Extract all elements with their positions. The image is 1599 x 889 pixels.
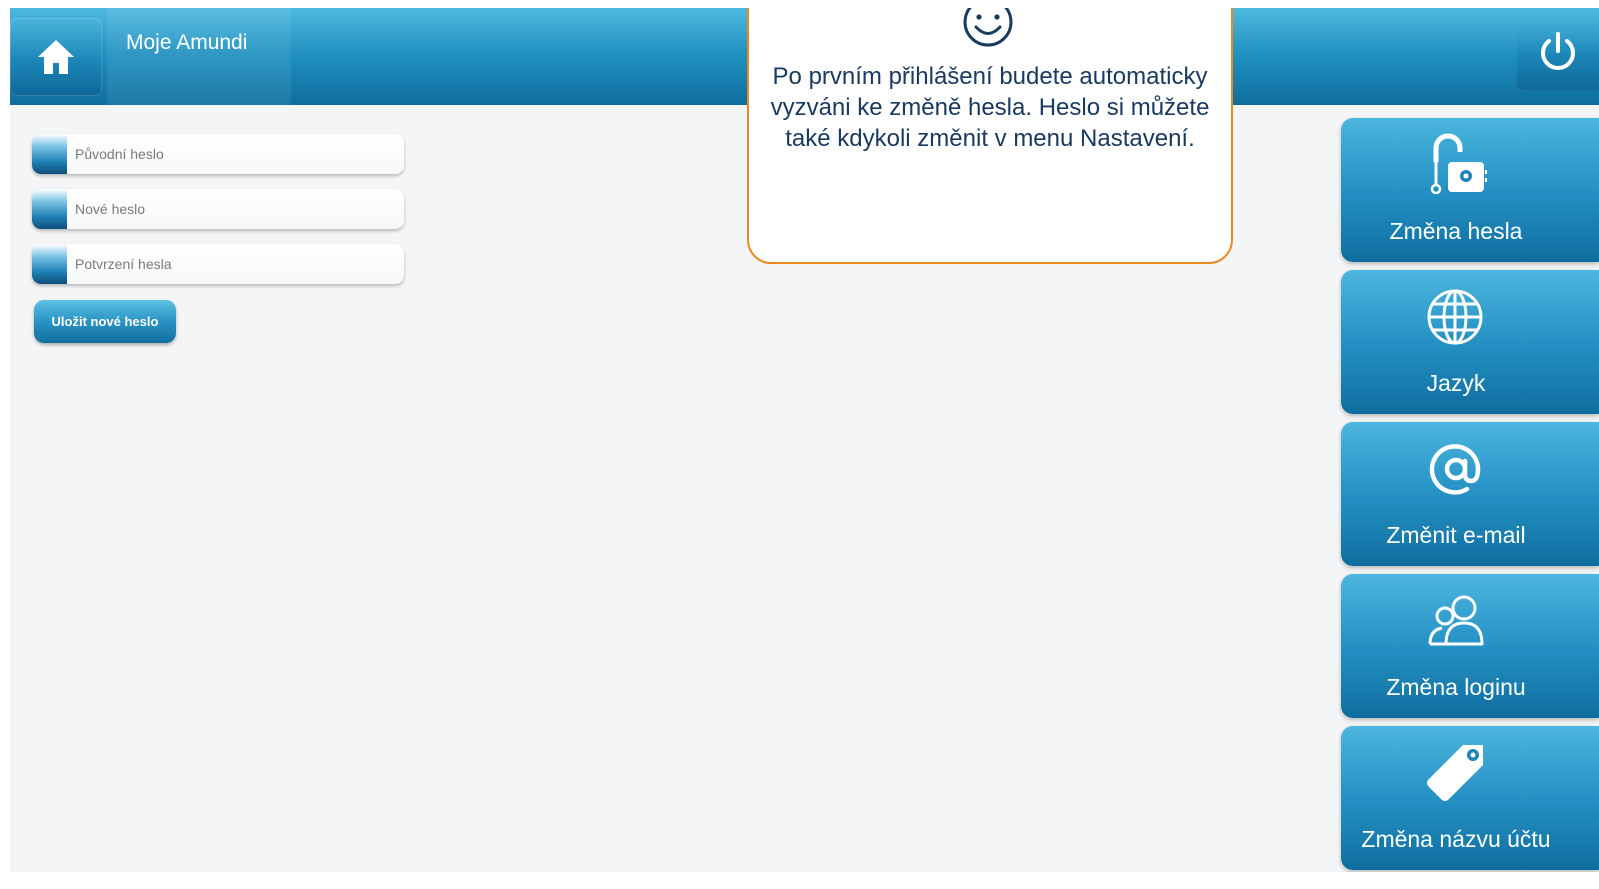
tooltip-message: Po prvním přihlášení budete automaticky … bbox=[770, 63, 1210, 152]
smiley-icon bbox=[963, 8, 1013, 47]
save-password-button[interactable]: Uložit nové heslo bbox=[34, 300, 176, 343]
sidebar-item-change-password[interactable]: Změna hesla bbox=[1341, 118, 1599, 262]
sidebar-item-language[interactable]: Jazyk bbox=[1341, 270, 1599, 414]
field-cap bbox=[32, 189, 67, 229]
at-icon bbox=[1429, 444, 1481, 495]
new-password-field[interactable]: Nové heslo bbox=[32, 189, 404, 229]
power-button[interactable] bbox=[1517, 14, 1599, 90]
app-window: Moje Amundi Původní heslo Nové heslo Pot… bbox=[10, 8, 1599, 872]
power-icon bbox=[1541, 32, 1575, 70]
confirm-password-placeholder: Potvrzení hesla bbox=[75, 256, 172, 272]
sidebar-item-label: Jazyk bbox=[1426, 370, 1486, 396]
lock-icon bbox=[1430, 133, 1487, 195]
globe-icon bbox=[1427, 289, 1483, 345]
new-password-placeholder: Nové heslo bbox=[75, 201, 146, 217]
onboarding-tooltip: Po prvním přihlášení budete automaticky … bbox=[747, 8, 1233, 264]
tag-icon bbox=[1427, 745, 1483, 801]
users-icon bbox=[1428, 595, 1484, 646]
confirm-password-field[interactable]: Potvrzení hesla bbox=[32, 244, 404, 284]
old-password-field[interactable]: Původní heslo bbox=[32, 134, 404, 174]
home-icon bbox=[38, 40, 74, 74]
old-password-placeholder: Původní heslo bbox=[75, 146, 164, 162]
field-cap bbox=[32, 134, 67, 174]
sidebar-item-change-login[interactable]: Změna loginu bbox=[1341, 574, 1599, 718]
sidebar-item-label: Změnit e-mail bbox=[1386, 522, 1526, 548]
home-button[interactable] bbox=[10, 18, 102, 96]
sidebar-item-rename-account[interactable]: Změna názvu účtu bbox=[1341, 726, 1599, 870]
sidebar-item-change-email[interactable]: Změnit e-mail bbox=[1341, 422, 1599, 566]
sidebar-item-label: Změna hesla bbox=[1389, 218, 1523, 244]
sidebar-item-label: Změna loginu bbox=[1386, 674, 1526, 700]
app-title: Moje Amundi bbox=[126, 31, 248, 54]
title-area bbox=[107, 8, 291, 105]
field-cap bbox=[32, 244, 67, 284]
sidebar-item-label: Změna názvu účtu bbox=[1361, 826, 1551, 852]
